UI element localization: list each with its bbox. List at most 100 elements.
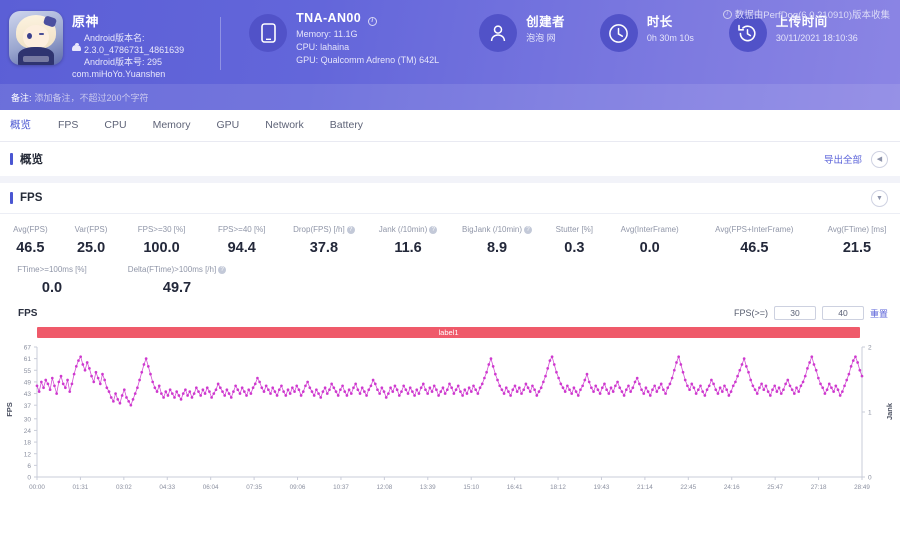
svg-text:28:49: 28:49 [854, 484, 870, 491]
duration-value: 0h 30m 10s [646, 33, 694, 43]
svg-text:12:08: 12:08 [376, 484, 392, 491]
metric-fps-40: FPS>=40 [%] 94.4 [202, 225, 282, 256]
metric-label: Avg(FPS) [13, 225, 48, 234]
chevron-left-icon[interactable]: ◀ [871, 150, 888, 168]
chart-legend[interactable]: label1 [37, 327, 860, 338]
tab-battery[interactable]: Battery [317, 110, 376, 141]
device-info-block: TNA-AN00 i Memory: 11.1G CPU: lahaina GP… [249, 11, 439, 67]
svg-text:25:47: 25:47 [767, 484, 783, 491]
svg-text:49: 49 [24, 380, 32, 387]
tab-fps[interactable]: FPS [45, 110, 91, 141]
metric-delta-ftime-100ms-h: Delta(FTime)>100ms [/h]? 49.7 [104, 265, 250, 296]
android-icon [72, 42, 81, 51]
svg-text:27:18: 27:18 [811, 484, 827, 491]
device-model: TNA-AN00 [296, 11, 362, 25]
fps-threshold-label: FPS(>=) [733, 308, 768, 318]
creator-value: 泡泡 网 [526, 33, 556, 43]
app-package-name: com.miHoYo.Yuanshen [72, 69, 166, 80]
game-app-icon [9, 11, 63, 65]
duration-block: 时长 0h 30m 10s [599, 11, 694, 52]
fps-card-header: FPS ▼ [0, 183, 900, 214]
svg-text:67: 67 [24, 345, 32, 352]
svg-text:13:39: 13:39 [420, 484, 436, 491]
svg-text:16:41: 16:41 [507, 484, 523, 491]
metric-var-fps: Var(FPS) 25.0 [61, 225, 122, 256]
chart-series-title: FPS [18, 307, 38, 319]
svg-text:55: 55 [24, 368, 32, 375]
metric-value: 25.0 [76, 240, 106, 256]
user-icon [479, 14, 518, 52]
svg-text:21:14: 21:14 [637, 484, 653, 491]
clock-icon [599, 14, 638, 52]
tab-overview[interactable]: 概览 [10, 110, 45, 141]
phone-icon [249, 14, 288, 52]
metric-stutter: Stutter [%] 0.3 [544, 225, 605, 256]
svg-text:04:33: 04:33 [159, 484, 175, 491]
svg-text:61: 61 [24, 356, 32, 363]
metric-label: Avg(FPS+InterFrame) [715, 225, 794, 234]
creator-block: 创建者 泡泡 网 [479, 11, 565, 52]
chevron-down-icon[interactable]: ▼ [871, 189, 888, 207]
plot-area[interactable]: FPS Jank 0 6 12 18 24 30 37 43 49 55 61 67 0 1 2 00:00 0… [0, 341, 900, 493]
fps-threshold-input-2[interactable] [821, 306, 864, 320]
svg-text:24: 24 [24, 428, 32, 435]
svg-text:43: 43 [24, 391, 32, 398]
svg-text:37: 37 [24, 403, 32, 410]
remark-bar[interactable]: 备注: 添加备注，不超过200个字符 [0, 84, 900, 110]
svg-text:24:16: 24:16 [724, 484, 740, 491]
remark-label: 备注: [11, 92, 32, 103]
metric-value: 46.5 [16, 240, 45, 256]
metric-value: 46.5 [740, 240, 769, 256]
fps-threshold-input-1[interactable] [773, 306, 816, 320]
metric-jank-10min: Jank (/10min)? 11.6 [366, 225, 450, 256]
svg-text:22:45: 22:45 [680, 484, 696, 491]
help-icon[interactable]: ? [346, 225, 355, 234]
svg-text:0: 0 [27, 475, 31, 482]
svg-text:01:31: 01:31 [73, 484, 89, 491]
upload-value: 30/11/2021 18:10:36 [775, 33, 858, 43]
metric-fps-30: FPS>=30 [%] 100.0 [121, 225, 201, 256]
metric-label: Avg(FTime) [ms] [827, 225, 887, 234]
remark-placeholder[interactable]: 添加备注，不超过200个字符 [35, 91, 149, 104]
metric-label: Avg(InterFrame) [620, 225, 679, 234]
fps-card: FPS ▼ Avg(FPS) 46.5 Var(FPS) 25.0 FPS>=30 [%… [0, 183, 900, 493]
metric-value: 8.9 [486, 240, 508, 256]
device-gpu: GPU: Qualcomm Adreno (TM) 642L [296, 54, 440, 65]
metric-label: Jank (/10min)? [370, 225, 446, 234]
app-info-block: 原神 Android版本名: 2.3.0_4786731_4861639 And… [0, 11, 184, 79]
svg-text:03:02: 03:02 [116, 484, 132, 491]
report-header: i 数据由PerfDog(6.0.210910)版本收集 原神 Android版… [0, 0, 900, 110]
help-icon[interactable]: ? [524, 225, 533, 234]
metric-bigjank-10min: BigJank (/10min)? 8.9 [450, 225, 544, 256]
collect-version-text: 数据由PerfDog(6.0.210910)版本收集 [734, 10, 890, 21]
metric-value: 49.7 [162, 280, 192, 296]
metric-drop-fps-h: Drop(FPS) [/h]? 37.8 [282, 225, 366, 256]
tab-network[interactable]: Network [252, 110, 317, 141]
metric-label: Delta(FTime)>100ms [/h]? [108, 265, 246, 274]
svg-text:30: 30 [24, 416, 32, 423]
tab-memory[interactable]: Memory [140, 110, 204, 141]
overview-title: 概览 [10, 151, 43, 167]
metric-label: Var(FPS) [74, 225, 108, 234]
svg-text:6: 6 [27, 463, 31, 470]
app-name: 原神 [72, 14, 100, 29]
help-icon[interactable]: ? [218, 265, 227, 274]
device-info-icon[interactable]: i [368, 16, 377, 26]
reset-button[interactable]: 重置 [870, 307, 888, 320]
export-all-button[interactable]: 导出全部 [824, 152, 862, 166]
device-cpu: CPU: lahaina [296, 41, 350, 52]
metric-value: 100.0 [143, 240, 180, 256]
svg-text:18: 18 [24, 440, 32, 447]
svg-text:09:06: 09:06 [290, 484, 306, 491]
metric-label: Drop(FPS) [/h]? [286, 225, 362, 234]
svg-text:2: 2 [868, 345, 872, 352]
tab-gpu[interactable]: GPU [204, 110, 253, 141]
metric-avg-fps-interframe: Avg(FPS+InterFrame) 46.5 [695, 225, 814, 256]
tab-cpu[interactable]: CPU [91, 110, 139, 141]
help-icon[interactable]: ? [429, 225, 438, 234]
android-version-code: Android版本号: 295 [84, 57, 163, 68]
fps-line-chart-svg[interactable]: 061218243037434955616701200:00 01:31 03:02… [0, 341, 900, 493]
android-version-name: 2.3.0_4786731_4861639 [84, 45, 185, 56]
metric-label: FPS>=40 [%] [217, 225, 266, 234]
metric-value: 21.5 [842, 240, 872, 256]
